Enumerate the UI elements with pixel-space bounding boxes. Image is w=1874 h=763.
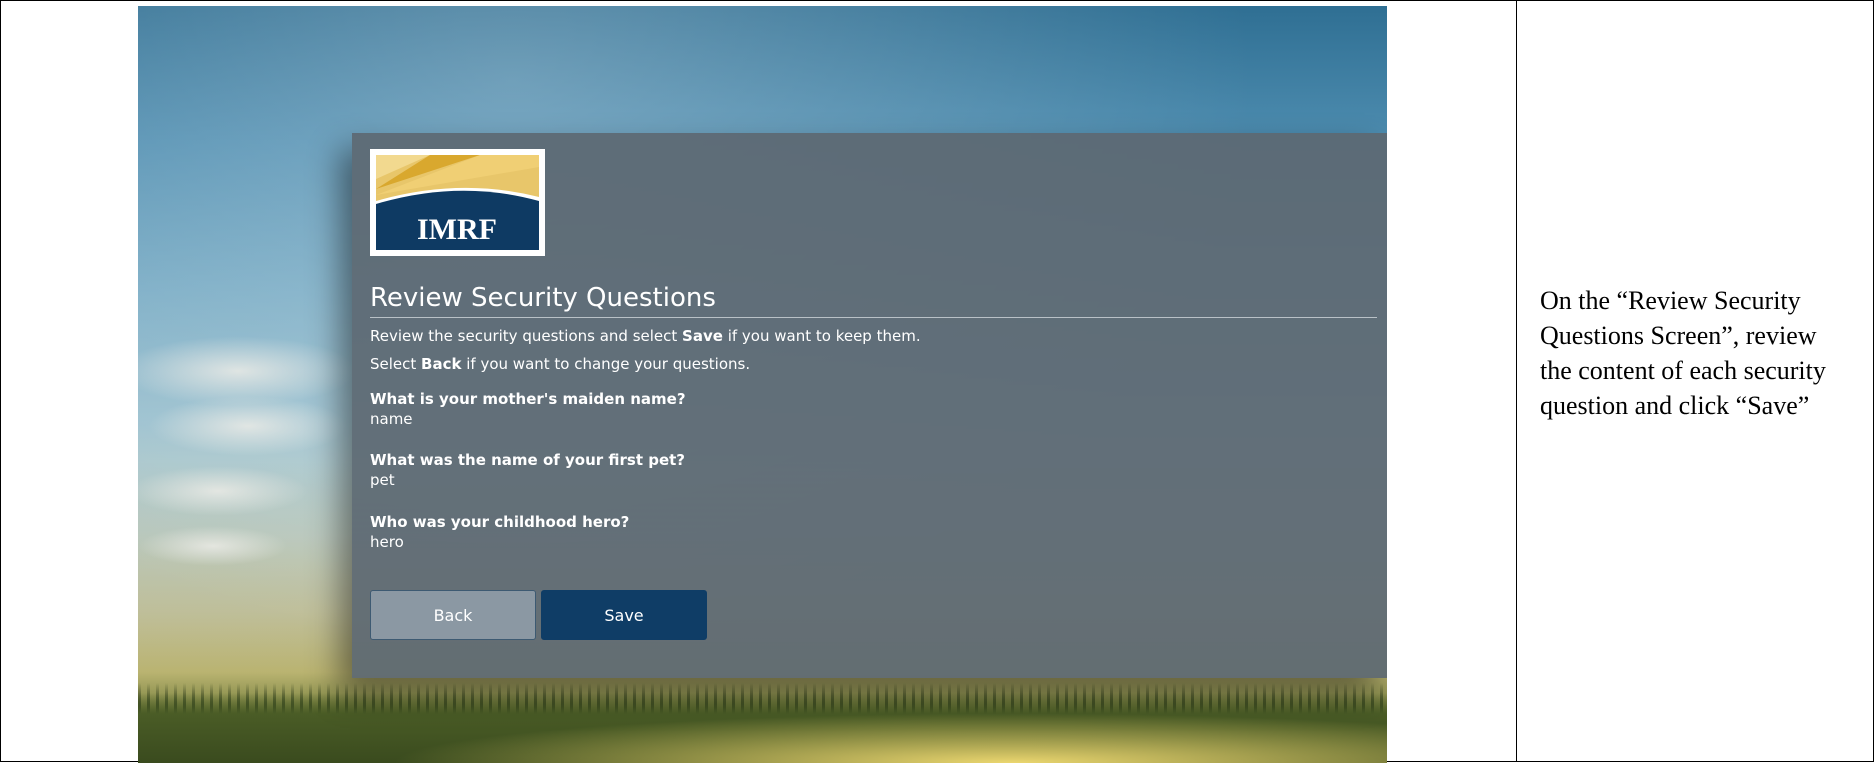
- column-divider: [1516, 1, 1517, 761]
- security-answer-2: pet: [370, 471, 395, 489]
- document-table: IMRF Review Security Questions Review th…: [0, 0, 1874, 763]
- security-answer-3: hero: [370, 533, 404, 551]
- review-security-card: IMRF Review Security Questions Review th…: [352, 133, 1387, 678]
- tree-line: [138, 693, 1387, 763]
- cloud: [138, 526, 288, 566]
- logo-text: IMRF: [417, 213, 497, 246]
- save-button[interactable]: Save: [541, 590, 707, 640]
- instruction-line-2: Select Back if you want to change your q…: [370, 355, 751, 373]
- instruction-line-1: Review the security questions and select…: [370, 327, 921, 345]
- security-answer-1: name: [370, 410, 413, 428]
- screenshot-panel: IMRF Review Security Questions Review th…: [138, 6, 1387, 763]
- security-question-3: Who was your childhood hero?: [370, 513, 630, 531]
- cloud: [148, 396, 348, 456]
- step-instruction-caption: On the “Review Security Questions Screen…: [1540, 286, 1826, 420]
- page-title: Review Security Questions: [370, 283, 716, 313]
- title-divider: [370, 317, 1377, 318]
- security-question-1: What is your mother's maiden name?: [370, 390, 686, 408]
- security-question-2: What was the name of your first pet?: [370, 451, 685, 469]
- back-button[interactable]: Back: [370, 590, 536, 640]
- imrf-logo: IMRF: [370, 149, 545, 256]
